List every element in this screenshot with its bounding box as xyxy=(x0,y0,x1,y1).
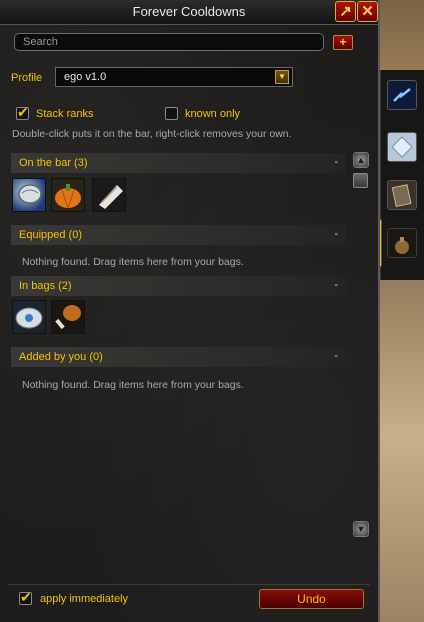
section-added-by-you[interactable]: Added by you (0) - xyxy=(11,347,346,367)
pumpkin-icon xyxy=(55,184,81,208)
scroll-up-button[interactable]: ▲ xyxy=(353,152,369,168)
known-only-label: known only xyxy=(185,108,241,120)
stone-icon xyxy=(18,184,42,204)
disc-icon xyxy=(15,307,43,329)
crystal-icon xyxy=(391,136,413,158)
section-title: In bags (2) xyxy=(19,280,72,292)
item-slot[interactable] xyxy=(51,300,85,334)
popout-button[interactable]: ↗ xyxy=(335,1,356,22)
known-only-checkbox[interactable] xyxy=(165,107,178,120)
item-slot[interactable] xyxy=(51,178,85,212)
section-title: On the bar (3) xyxy=(19,157,88,169)
addon-window: Forever Cooldowns ↗ ✕ + Profile ego v1.0… xyxy=(0,0,380,622)
undo-button[interactable]: Undo xyxy=(259,589,364,609)
dropdown-arrow-icon[interactable]: ▼ xyxy=(275,70,289,84)
profile-label: Profile xyxy=(11,72,43,84)
usage-hint: Double-click puts it on the bar, right-c… xyxy=(12,128,292,140)
section-in-bags[interactable]: In bags (2) - xyxy=(11,276,346,296)
empty-message: Nothing found. Drag items here from your… xyxy=(22,379,244,391)
item-slot[interactable] xyxy=(12,178,46,212)
side-tab[interactable] xyxy=(387,132,417,162)
tome-icon xyxy=(391,184,412,208)
close-button[interactable]: ✕ xyxy=(357,1,378,22)
drumstick-icon xyxy=(55,305,81,330)
item-slot[interactable] xyxy=(92,178,126,212)
footer-divider xyxy=(8,584,370,585)
side-tab[interactable] xyxy=(387,180,417,210)
stack-ranks-label: Stack ranks xyxy=(36,108,94,120)
lightning-icon xyxy=(393,88,411,102)
section-title: Equipped (0) xyxy=(19,229,82,241)
scroll-down-button[interactable]: ▼ xyxy=(353,521,369,537)
scroll-parchment-icon xyxy=(99,185,123,209)
search-input[interactable] xyxy=(14,33,324,51)
stack-ranks-checkbox[interactable] xyxy=(16,104,29,121)
collapse-toggle[interactable]: - xyxy=(334,279,338,291)
collapse-toggle[interactable]: - xyxy=(334,156,338,168)
pouch-icon xyxy=(395,237,409,254)
section-equipped[interactable]: Equipped (0) - xyxy=(11,225,346,245)
apply-immediately-label: apply immediately xyxy=(40,593,129,605)
collapse-toggle[interactable]: - xyxy=(334,228,338,240)
side-tab-active[interactable] xyxy=(387,228,417,258)
empty-message: Nothing found. Drag items here from your… xyxy=(22,256,244,268)
active-tab-indicator xyxy=(379,219,382,267)
section-on-the-bar[interactable]: On the bar (3) - xyxy=(11,153,346,173)
apply-immediately-checkbox[interactable] xyxy=(19,589,32,606)
title-bar[interactable]: Forever Cooldowns ↗ ✕ xyxy=(0,0,378,25)
side-tab[interactable] xyxy=(387,80,417,110)
section-title: Added by you (0) xyxy=(19,351,103,363)
scrollbar-thumb[interactable] xyxy=(353,173,368,188)
profile-dropdown[interactable]: ego v1.0 xyxy=(55,67,293,87)
collapse-toggle[interactable]: - xyxy=(334,350,338,362)
add-button[interactable]: + xyxy=(333,35,353,50)
window-title: Forever Cooldowns xyxy=(132,4,246,19)
side-tab-bar xyxy=(380,70,424,280)
item-slot[interactable] xyxy=(12,300,46,334)
